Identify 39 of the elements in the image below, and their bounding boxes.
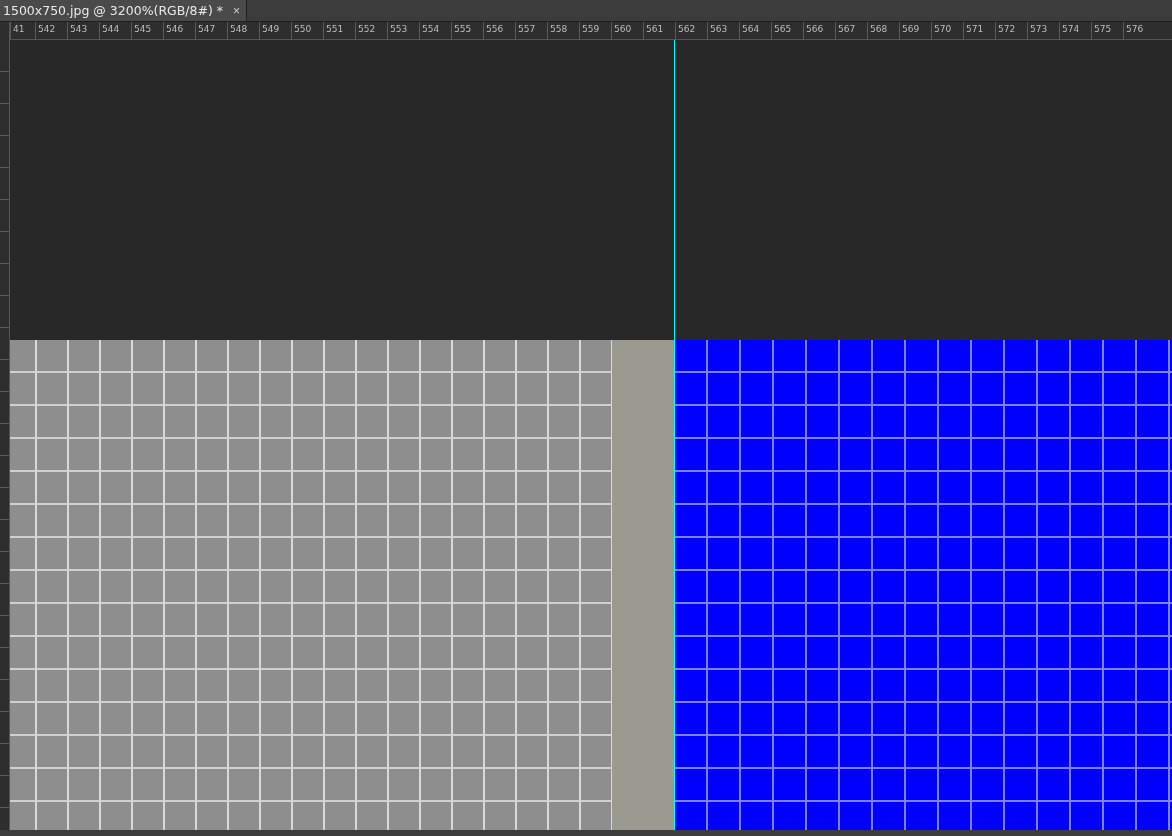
ruler-label: 557 [515, 22, 547, 39]
ruler-label: 554 [419, 22, 451, 39]
ruler-label: 564 [739, 22, 771, 39]
ruler-label: 558 [547, 22, 579, 39]
ruler-label: 552 [355, 22, 387, 39]
ruler-label: 551 [323, 22, 355, 39]
ruler-label: 561 [643, 22, 675, 39]
ruler-label: 568 [867, 22, 899, 39]
ruler-label: 550 [291, 22, 323, 39]
ruler-label: 545 [131, 22, 163, 39]
document-title: 1500x750.jpg @ 3200%(RGB/8#) * [3, 3, 224, 18]
ruler-label: 573 [1027, 22, 1059, 39]
ruler-label: 575 [1091, 22, 1123, 39]
document-tab[interactable]: 1500x750.jpg @ 3200%(RGB/8#) * × [0, 0, 248, 21]
ruler-label: 544 [99, 22, 131, 39]
ruler-label: 567 [835, 22, 867, 39]
ruler-label: 548 [227, 22, 259, 39]
ruler-label: 543 [67, 22, 99, 39]
ruler-label: 555 [451, 22, 483, 39]
ruler-label: 553 [387, 22, 419, 39]
ruler-label: 559 [579, 22, 611, 39]
ruler-label: 572 [995, 22, 1027, 39]
ruler-label: 566 [803, 22, 835, 39]
ruler-label: 549 [259, 22, 291, 39]
ruler-label: 560 [611, 22, 643, 39]
ruler-label: 563 [707, 22, 739, 39]
ruler-label: 546 [163, 22, 195, 39]
ruler-label: 556 [483, 22, 515, 39]
ruler-label: 570 [931, 22, 963, 39]
ruler-label: 562 [675, 22, 707, 39]
ruler-label: 542 [35, 22, 67, 39]
ruler-label: 547 [195, 22, 227, 39]
close-button[interactable]: × [233, 3, 241, 18]
ruler-label: 41 [10, 22, 35, 39]
ruler-label: 565 [771, 22, 803, 39]
ruler-label: 576 [1123, 22, 1155, 39]
ruler-label: 571 [963, 22, 995, 39]
ruler-label: 574 [1059, 22, 1091, 39]
ruler-label: 569 [899, 22, 931, 39]
